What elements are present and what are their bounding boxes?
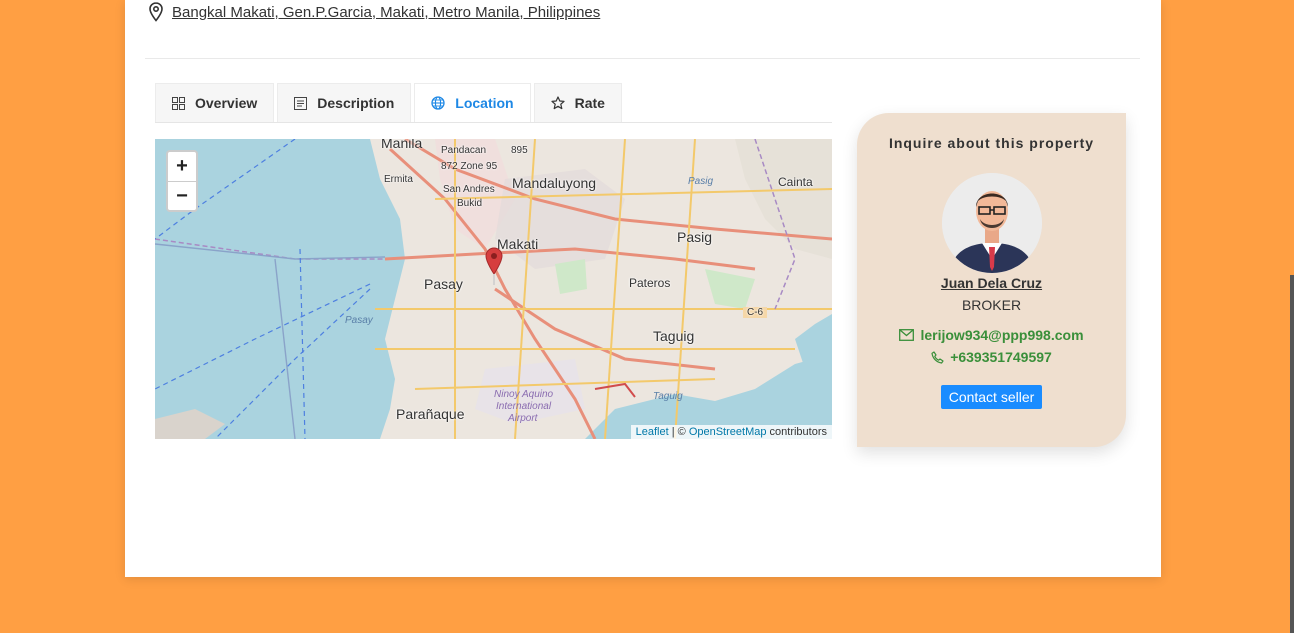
star-icon xyxy=(551,96,565,110)
map-label-895: 895 xyxy=(511,145,528,156)
map-label-mandaluyong: Mandaluyong xyxy=(512,175,597,191)
map-label-pateros: Pateros xyxy=(629,276,671,290)
zoom-control: + − xyxy=(166,150,198,212)
map-label-airport-2: International xyxy=(496,401,552,412)
map-label-pasay: Pasay xyxy=(424,276,463,292)
grid-icon xyxy=(172,96,185,110)
map-label-ermita: Ermita xyxy=(384,174,413,185)
map-attribution: Leaflet | © OpenStreetMap contributors xyxy=(630,425,832,439)
location-map[interactable]: Manila Pandacan 895 Ermita 872 Zone 95 S… xyxy=(155,139,832,439)
map-label-pandacan: Pandacan xyxy=(441,145,487,156)
map-label-pasay-water: Pasay xyxy=(345,315,373,326)
agent-role: BROKER xyxy=(961,297,1022,313)
divider xyxy=(145,58,1140,59)
phone-link[interactable]: +639351749597 xyxy=(857,349,1126,365)
map-label-c6: C-6 xyxy=(743,307,768,318)
location-pin-icon xyxy=(149,2,163,22)
agent-avatar-icon xyxy=(941,173,1042,273)
map-label-pasig: Pasig xyxy=(677,229,713,245)
phone-text: +639351749597 xyxy=(950,349,1052,365)
map-marker-icon[interactable] xyxy=(485,247,503,287)
osm-link[interactable]: OpenStreetMap xyxy=(689,426,767,438)
tab-location[interactable]: Location xyxy=(414,83,531,122)
tab-label: Location xyxy=(455,95,514,111)
tab-label: Rate xyxy=(574,95,605,111)
map-label-taguig-water: Taguig xyxy=(653,391,683,402)
avatar xyxy=(941,173,1042,273)
attribution-separator: | © xyxy=(668,426,689,438)
map-label-makati: Makati xyxy=(497,236,539,252)
map-label-zone95: 872 Zone 95 xyxy=(441,161,498,172)
agent-name[interactable]: Juan Dela Cruz xyxy=(857,275,1126,291)
map-label-pasig-river: Pasig xyxy=(688,176,714,187)
tab-label: Overview xyxy=(195,95,258,111)
scrollbar-thumb[interactable] xyxy=(1290,275,1294,633)
email-text: lerijow934@ppp998.com xyxy=(920,327,1084,343)
scrollbar[interactable] xyxy=(1290,0,1294,633)
tab-bar: Overview Description Location Rate xyxy=(155,83,625,122)
map-label-paranaque: Parañaque xyxy=(396,406,465,422)
inquire-card: Inquire about this property Juan Dela Cr… xyxy=(857,113,1126,447)
email-link[interactable]: lerijow934@ppp998.com xyxy=(857,327,1126,343)
address-row: Bangkal Makati, Gen.P.Garcia, Makati, Me… xyxy=(148,2,600,22)
address-link[interactable]: Bangkal Makati, Gen.P.Garcia, Makati, Me… xyxy=(172,4,600,21)
phone-icon xyxy=(931,350,944,364)
zoom-in-button[interactable]: + xyxy=(168,152,196,182)
document-icon xyxy=(294,96,308,110)
map-label-airport-1: Ninoy Aquino xyxy=(494,389,554,400)
zoom-out-button[interactable]: − xyxy=(168,182,196,211)
globe-icon xyxy=(431,96,445,110)
inquire-title: Inquire about this property xyxy=(888,135,1095,151)
contact-seller-button[interactable]: Contact seller xyxy=(940,385,1043,409)
tab-underline xyxy=(155,122,832,123)
tab-description[interactable]: Description xyxy=(277,83,412,122)
map-label-cainta: Cainta xyxy=(778,175,813,189)
leaflet-link[interactable]: Leaflet xyxy=(636,426,669,438)
map-label-airport-3: Airport xyxy=(508,413,538,424)
map-label-san-andres: San Andres xyxy=(443,184,495,195)
map-label-taguig: Taguig xyxy=(653,328,695,344)
mail-icon xyxy=(899,329,915,341)
tab-rate[interactable]: Rate xyxy=(533,83,622,122)
attribution-suffix: contributors xyxy=(766,426,827,438)
map-label-bukid: Bukid xyxy=(457,198,483,209)
tab-label: Description xyxy=(317,95,395,111)
tab-overview[interactable]: Overview xyxy=(155,83,275,122)
map-label-manila: Manila xyxy=(381,139,423,151)
